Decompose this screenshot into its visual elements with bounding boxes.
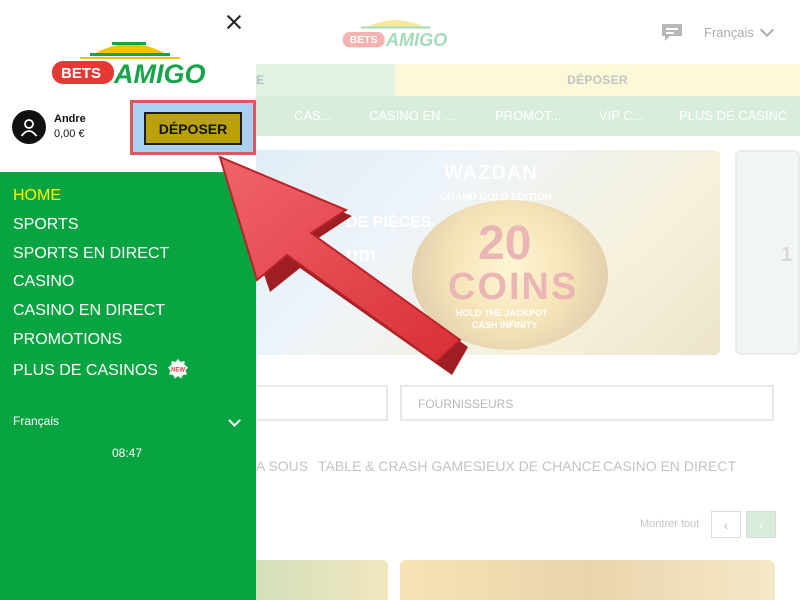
drawer-menu: HOME SPORTS SPORTS EN DIRECT CASINO CASI… <box>13 186 189 388</box>
menu-item-live-casino[interactable]: CASINO EN DIRECT <box>13 301 188 330</box>
drawer-language-label: Français <box>13 414 60 428</box>
side-drawer: BETS AMIGO Andre 0,00 € DÉPOSER HOME SPO… <box>0 0 256 600</box>
user-avatar-icon[interactable] <box>12 110 46 144</box>
user-balance: 0,00 € <box>54 128 85 140</box>
menu-item-casino[interactable]: CASINO <box>13 272 188 301</box>
drawer-language-selector[interactable]: Français <box>13 414 245 428</box>
menu-item-more-casinos-label: PLUS DE CASINOS <box>13 361 158 379</box>
close-icon[interactable] <box>224 12 244 32</box>
menu-item-live-sports[interactable]: SPORTS EN DIRECT <box>13 244 188 273</box>
drawer-header: BETS AMIGO Andre 0,00 € DÉPOSER <box>0 0 256 172</box>
menu-item-home[interactable]: HOME <box>13 186 188 215</box>
deposit-button[interactable]: DÉPOSER <box>144 112 242 145</box>
new-badge-icon: NEW <box>168 358 189 379</box>
user-name: Andre <box>54 113 86 125</box>
user-panel: Andre 0,00 € <box>12 110 86 144</box>
menu-item-promotions[interactable]: PROMOTIONS <box>13 330 188 359</box>
svg-text:BETS: BETS <box>61 65 101 82</box>
menu-item-more-casinos[interactable]: PLUS DE CASINOS NEW <box>13 358 189 388</box>
svg-text:AMIGO: AMIGO <box>113 59 206 88</box>
chevron-down-icon <box>228 414 241 427</box>
new-badge-text: NEW <box>171 367 185 373</box>
betsamigo-logo[interactable]: BETS AMIGO <box>50 36 208 88</box>
clock: 08:47 <box>112 446 143 460</box>
menu-item-sports[interactable]: SPORTS <box>13 215 188 244</box>
